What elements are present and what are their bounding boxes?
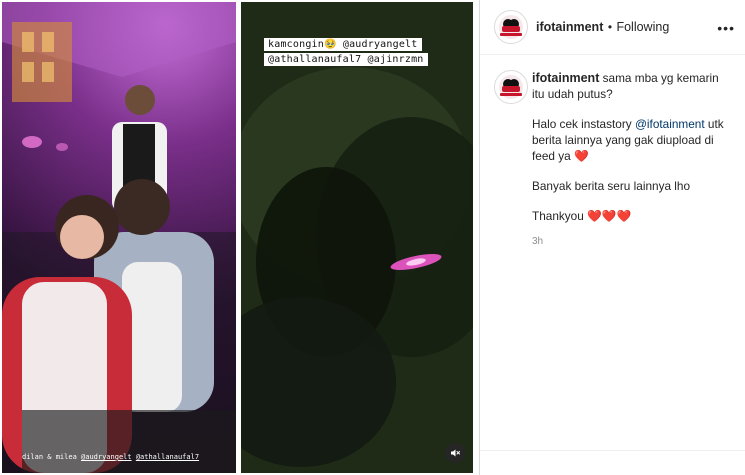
- story-tag-line-1[interactable]: kamcongin🥹 @audryangelt: [264, 38, 422, 51]
- avatar-text-mark-icon: [500, 93, 522, 96]
- concert-photo-illustration: [2, 2, 236, 473]
- story-screenshot-left: dilan & milea @audryangelt @athallanaufa…: [2, 2, 236, 473]
- more-options-button[interactable]: •••: [717, 20, 735, 36]
- mute-toggle-button[interactable]: [445, 443, 465, 463]
- instagram-post-view: dilan & milea @audryangelt @athallanaufa…: [0, 0, 745, 475]
- story-tag-line-2[interactable]: @athallanaufal7 @ajinrzmn: [264, 53, 428, 66]
- comment-username[interactable]: ifotainment: [532, 71, 599, 85]
- volume-off-icon: [451, 449, 460, 457]
- following-button[interactable]: Following: [616, 20, 669, 34]
- comment-line-2: Halo cek instastory @ifotainment utk ber…: [532, 116, 732, 164]
- comment-text-2-pre: Halo cek instastory: [532, 117, 632, 131]
- avatar-ribbon-icon: [502, 86, 520, 92]
- comment-avatar[interactable]: [494, 70, 528, 104]
- comment-text-3: Banyak berita seru lainnya lho: [532, 179, 691, 193]
- caption-prefix: dilan & milea: [22, 453, 77, 461]
- header-username[interactable]: ifotainment: [536, 20, 603, 34]
- comment-line-1: ifotainment sama mba yg kemarin itu udah…: [532, 70, 732, 102]
- comment-text-4: Thankyou: [532, 209, 584, 223]
- heart-emoji-icon: ❤️: [573, 149, 589, 163]
- comment-mention-ifotainment[interactable]: @ifotainment: [635, 117, 705, 131]
- header-avatar[interactable]: [494, 10, 528, 44]
- comment-line-3: Banyak berita seru lainnya lho: [532, 178, 732, 194]
- comment-timestamp[interactable]: 3h: [532, 234, 732, 250]
- post-sidebar: ifotainment • Following ••• ifotainment …: [480, 0, 745, 475]
- story-screenshot-right: kamcongin🥹 @audryangelt @athallanaufal7 …: [241, 2, 473, 473]
- caption-mention-athallanaufal7[interactable]: @athallanaufal7: [136, 453, 199, 461]
- triple-heart-emoji-icon: ❤️❤️❤️: [587, 209, 632, 223]
- story-caption: dilan & milea @audryangelt @athallanaufa…: [22, 453, 199, 461]
- post-media[interactable]: dilan & milea @audryangelt @athallanaufa…: [0, 0, 479, 475]
- avatar-text-mark-icon: [500, 33, 522, 36]
- sidebar-bottom-divider: [480, 450, 745, 451]
- post-header: ifotainment • Following •••: [480, 0, 745, 55]
- avatar-ribbon-icon: [502, 26, 520, 32]
- caption-mention-audryangelt[interactable]: @audryangelt: [81, 453, 132, 461]
- header-separator: •: [607, 20, 613, 34]
- comment-body: ifotainment sama mba yg kemarin itu udah…: [532, 70, 732, 250]
- header-identity: ifotainment • Following: [536, 18, 669, 36]
- blurry-video-illustration: [241, 2, 473, 473]
- comment-line-4: Thankyou ❤️❤️❤️: [532, 208, 732, 224]
